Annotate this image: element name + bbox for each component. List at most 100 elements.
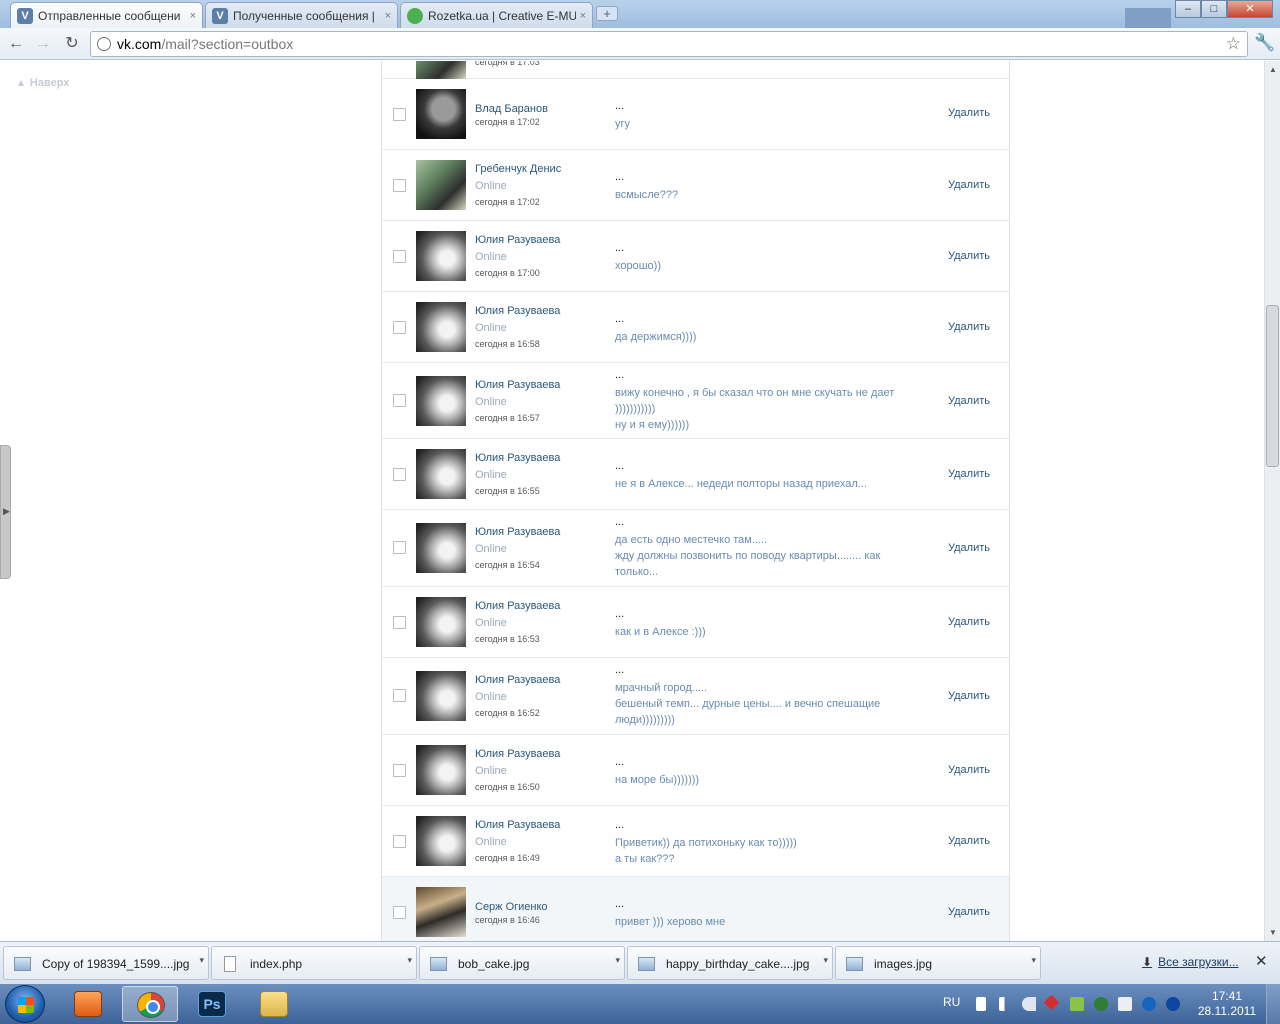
- sender-name[interactable]: Юлия Разуваева: [475, 746, 560, 763]
- wrench-menu-icon[interactable]: 🔧: [1254, 33, 1275, 53]
- sender-name[interactable]: Серж Огиенко: [475, 899, 548, 916]
- avatar[interactable]: [416, 160, 466, 210]
- sender-name[interactable]: Юлия Разуваева: [475, 524, 560, 541]
- message-checkbox[interactable]: [393, 250, 406, 263]
- scroll-up-icon[interactable]: ▲: [1269, 65, 1277, 74]
- message-text[interactable]: как и в Алексе :))): [615, 624, 907, 640]
- message-text[interactable]: угу: [615, 116, 907, 132]
- message-checkbox[interactable]: [393, 321, 406, 334]
- sender-name[interactable]: Юлия Разуваева: [475, 303, 560, 320]
- message-text[interactable]: не я в Алексе... недеди полторы назад пр…: [615, 476, 907, 492]
- delete-link[interactable]: Удалить: [948, 107, 990, 119]
- avatar[interactable]: [416, 887, 466, 937]
- back-button[interactable]: ←: [5, 33, 27, 55]
- message-text[interactable]: ну и я ему)))))): [615, 417, 907, 433]
- taskbar-photoshop[interactable]: Ps: [184, 986, 240, 1022]
- avatar[interactable]: [416, 523, 466, 573]
- reload-button[interactable]: ↻: [61, 33, 83, 55]
- delete-link[interactable]: Удалить: [948, 250, 990, 262]
- delete-link[interactable]: Удалить: [948, 616, 990, 628]
- message-row[interactable]: Юлия Разуваева Online сегодня в 16:55 ..…: [382, 439, 1009, 510]
- tray-app-icon[interactable]: [1070, 997, 1084, 1011]
- sender-name[interactable]: Влад Баранов: [475, 101, 548, 118]
- download-item[interactable]: index.php ▾: [211, 946, 417, 980]
- message-checkbox[interactable]: [393, 468, 406, 481]
- antivirus-icon[interactable]: [1043, 994, 1060, 1011]
- delete-link[interactable]: Удалить: [948, 321, 990, 333]
- message-text[interactable]: Приветик)) да потихоньку как то))))): [615, 835, 907, 851]
- message-checkbox[interactable]: [393, 689, 406, 702]
- message-row[interactable]: Юлия Разуваева Online сегодня в 16:50 ..…: [382, 735, 1009, 806]
- message-checkbox[interactable]: [393, 179, 406, 192]
- taskbar-media-player[interactable]: [60, 986, 116, 1022]
- message-text[interactable]: бешеный темп... дурные цены.... и вечно …: [615, 696, 907, 712]
- avatar[interactable]: [416, 302, 466, 352]
- message-checkbox[interactable]: [393, 764, 406, 777]
- message-row[interactable]: Юлия Разуваева Online сегодня в 16:54 ..…: [382, 510, 1009, 587]
- download-item[interactable]: images.jpg ▾: [835, 946, 1041, 980]
- tray-blue-icon[interactable]: [1142, 997, 1156, 1011]
- tab-close-icon[interactable]: ×: [190, 10, 196, 22]
- volume-icon[interactable]: [1022, 997, 1036, 1011]
- avatar[interactable]: [416, 89, 466, 139]
- message-checkbox[interactable]: [393, 541, 406, 554]
- taskbar-chrome[interactable]: [122, 986, 178, 1022]
- delete-link[interactable]: Удалить: [948, 179, 990, 191]
- action-center-flag-icon[interactable]: [976, 997, 986, 1011]
- tab-close-icon[interactable]: ×: [580, 10, 586, 22]
- side-panel-handle[interactable]: ▶: [0, 445, 11, 579]
- sender-name[interactable]: Юлия Разуваева: [475, 598, 560, 615]
- delete-link[interactable]: Удалить: [948, 542, 990, 554]
- message-row[interactable]: Юлия Разуваева Online сегодня в 17:00 ..…: [382, 221, 1009, 292]
- delete-link[interactable]: Удалить: [948, 835, 990, 847]
- minimize-button[interactable]: –: [1175, 0, 1201, 18]
- message-text[interactable]: да есть одно местечко там.....: [615, 532, 907, 548]
- delete-link[interactable]: Удалить: [948, 764, 990, 776]
- network-signal-icon[interactable]: [999, 997, 1013, 1011]
- message-checkbox[interactable]: [393, 835, 406, 848]
- message-text[interactable]: на море бы))))))): [615, 772, 907, 788]
- message-text[interactable]: хорошо)): [615, 258, 907, 274]
- tab-outbox[interactable]: V Отправленные сообщени ×: [10, 2, 203, 28]
- message-row[interactable]: Серж Огиенко сегодня в 16:46 ... привет )…: [382, 877, 1009, 941]
- start-button[interactable]: [5, 985, 45, 1023]
- taskbar-explorer[interactable]: [246, 986, 302, 1022]
- sender-name[interactable]: Юлия Разуваева: [475, 672, 560, 689]
- forward-button[interactable]: →: [32, 33, 54, 55]
- avatar[interactable]: [416, 671, 466, 721]
- message-checkbox[interactable]: [393, 108, 406, 121]
- message-text[interactable]: всмысле???: [615, 187, 907, 203]
- address-bar[interactable]: vk.com/mail?section=outbox ☆: [90, 31, 1248, 57]
- message-row[interactable]: Юлия Разуваева Online сегодня в 16:57 ..…: [382, 363, 1009, 439]
- download-item[interactable]: bob_cake.jpg ▾: [419, 946, 625, 980]
- avatar[interactable]: [416, 745, 466, 795]
- delete-link[interactable]: Удалить: [948, 906, 990, 918]
- message-row[interactable]: Юлия Разуваева Online сегодня в 16:58 ..…: [382, 292, 1009, 363]
- dropdown-arrow-icon[interactable]: ▾: [199, 955, 204, 966]
- dropdown-arrow-icon[interactable]: ▾: [823, 955, 828, 966]
- message-checkbox[interactable]: [393, 616, 406, 629]
- tab-inbox[interactable]: V Полученные сообщения | ×: [205, 2, 398, 28]
- scroll-down-icon[interactable]: ▼: [1269, 928, 1277, 937]
- message-text[interactable]: только...: [615, 564, 907, 580]
- message-text[interactable]: мрачный город.....: [615, 680, 907, 696]
- vertical-scrollbar[interactable]: ▲ ▼: [1264, 61, 1280, 941]
- avatar[interactable]: [416, 376, 466, 426]
- all-downloads-link[interactable]: ⬇ Все загрузки...: [1142, 955, 1239, 969]
- message-checkbox[interactable]: [393, 906, 406, 919]
- sender-name[interactable]: Юлия Разуваева: [475, 377, 560, 394]
- dropdown-arrow-icon[interactable]: ▾: [615, 955, 620, 966]
- maximize-button[interactable]: □: [1201, 0, 1227, 18]
- message-row[interactable]: Гребенчук Денис Online сегодня в 17:02 .…: [382, 150, 1009, 221]
- tab-rozetka[interactable]: Rozetka.ua | Creative E-MU ×: [400, 2, 593, 28]
- system-clock[interactable]: 17:41 28.11.2011: [1196, 989, 1258, 1019]
- tray-z-icon[interactable]: [1166, 997, 1180, 1011]
- message-text[interactable]: вижу конечно , я бы сказал что он мне ск…: [615, 385, 907, 401]
- scroll-to-top-link[interactable]: ▲ Наверх: [16, 77, 69, 89]
- dropdown-arrow-icon[interactable]: ▾: [1031, 955, 1036, 966]
- download-item[interactable]: happy_birthday_cake....jpg ▾: [627, 946, 833, 980]
- avatar[interactable]: [416, 449, 466, 499]
- avatar[interactable]: [416, 231, 466, 281]
- delete-link[interactable]: Удалить: [948, 468, 990, 480]
- tab-close-icon[interactable]: ×: [385, 10, 391, 22]
